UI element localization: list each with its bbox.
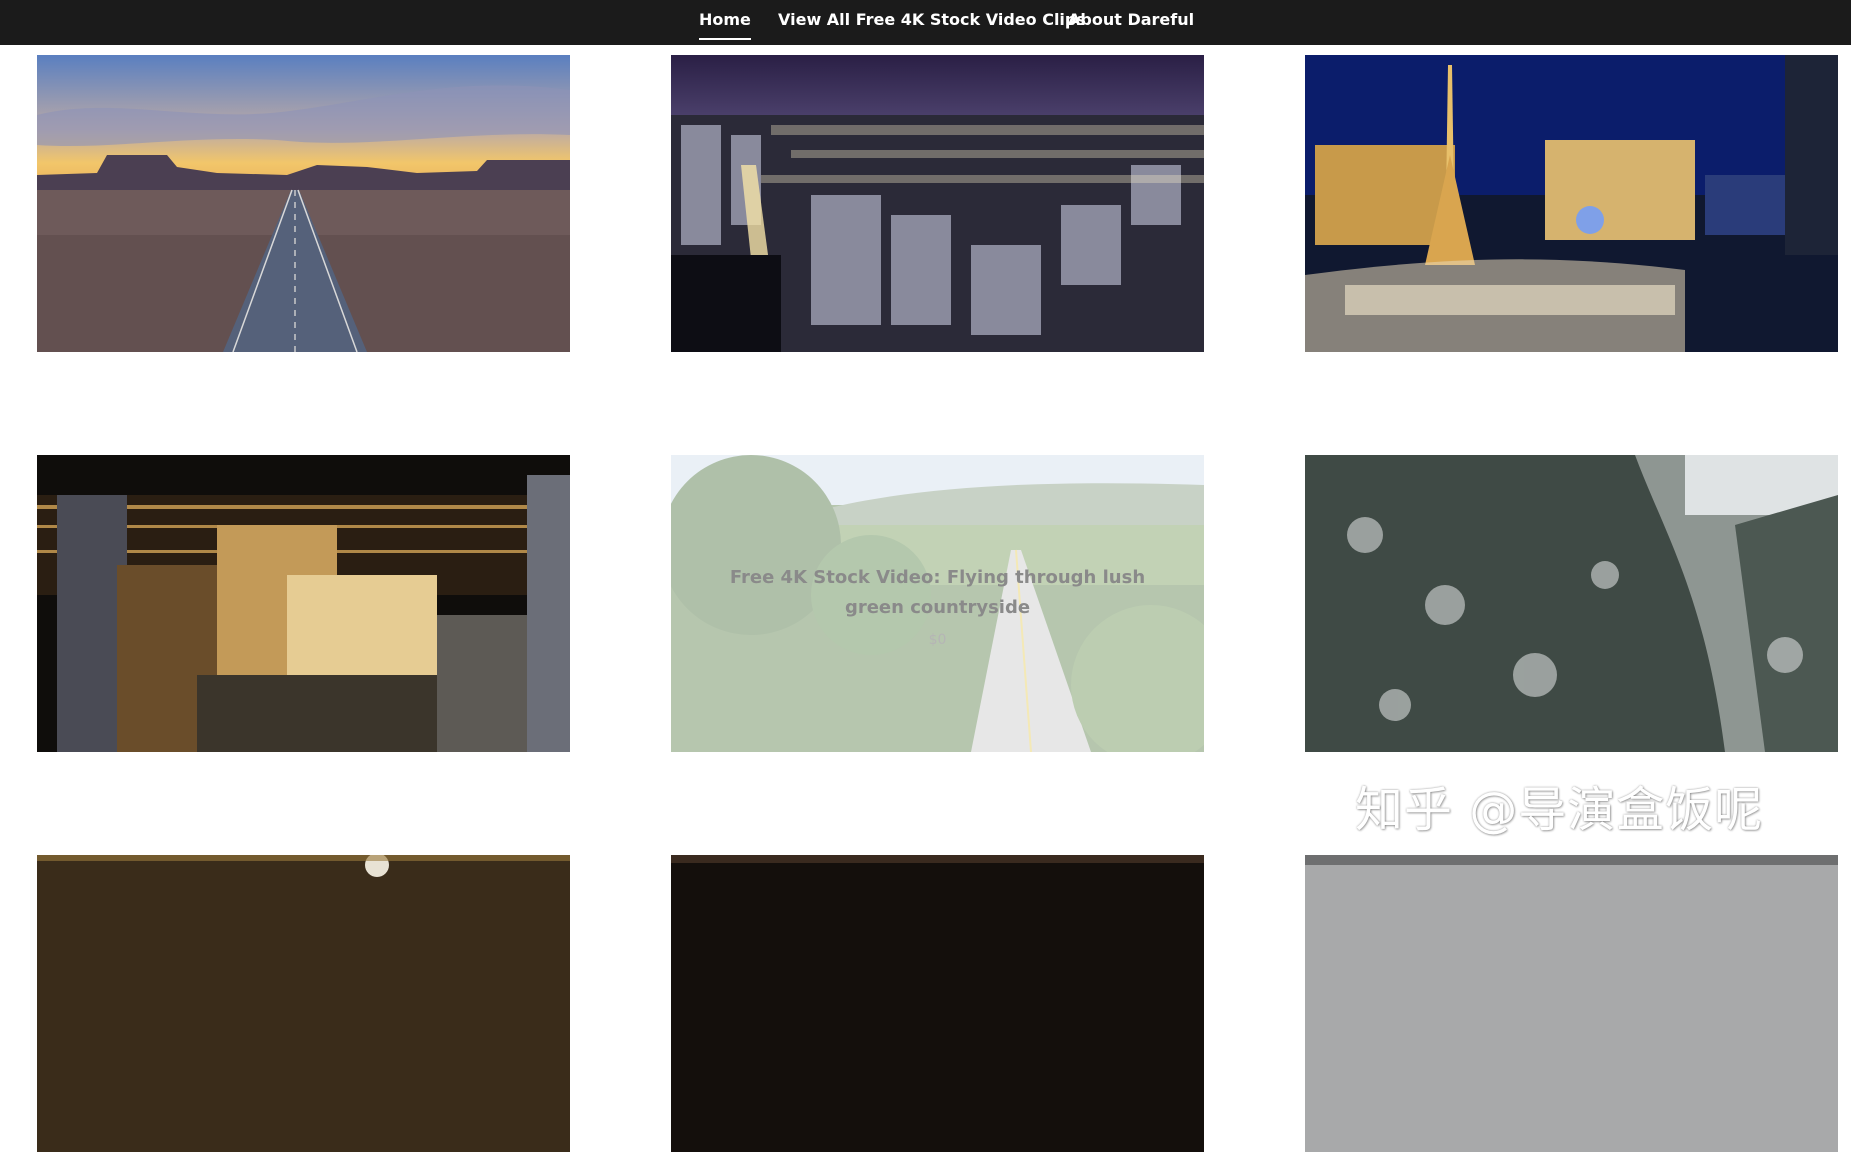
- nav-about-link[interactable]: About Dareful: [1068, 10, 1194, 29]
- nav-home-label: Home: [699, 10, 751, 29]
- nav-active-underline: [699, 38, 751, 40]
- video-thumbnail-christmas[interactable]: [37, 855, 570, 1152]
- las-vegas-paris-image: [1305, 55, 1838, 352]
- tokyo-night-image: [671, 55, 1204, 352]
- video-thumbnail-las-vegas-paris[interactable]: [1305, 55, 1838, 352]
- top-navigation-bar: Home View All Free 4K Stock Video Clips …: [0, 0, 1851, 45]
- las-vegas-strip-image: [37, 455, 570, 752]
- christmas-image: [37, 855, 570, 1152]
- video-thumbnail-snowy-mountain[interactable]: [1305, 855, 1838, 1152]
- video-thumbnail-green-countryside[interactable]: Free 4K Stock Video: Flying through lush…: [671, 455, 1204, 752]
- snowy-forest-image: [1305, 455, 1838, 752]
- video-title[interactable]: Free 4K Stock Video: Flying through lush…: [711, 563, 1164, 623]
- video-thumbnail-snowy-forest[interactable]: [1305, 455, 1838, 752]
- video-price: $0: [928, 632, 947, 648]
- video-thumbnail-desert-highway[interactable]: [37, 55, 570, 352]
- nav-view-all-link[interactable]: View All Free 4K Stock Video Clips: [778, 10, 1086, 29]
- desert-highway-image: [37, 55, 570, 352]
- nav-home-link[interactable]: Home: [699, 10, 751, 40]
- snowy-mountain-image: [1305, 855, 1838, 1152]
- video-thumbnail-tokyo-night[interactable]: [671, 55, 1204, 352]
- zhihu-watermark: 知乎 @导演盒饭呢: [1355, 782, 1764, 838]
- dark-interior-image: [671, 855, 1204, 1152]
- video-thumbnail-dark-interior[interactable]: [671, 855, 1204, 1152]
- video-thumbnail-las-vegas-strip[interactable]: [37, 455, 570, 752]
